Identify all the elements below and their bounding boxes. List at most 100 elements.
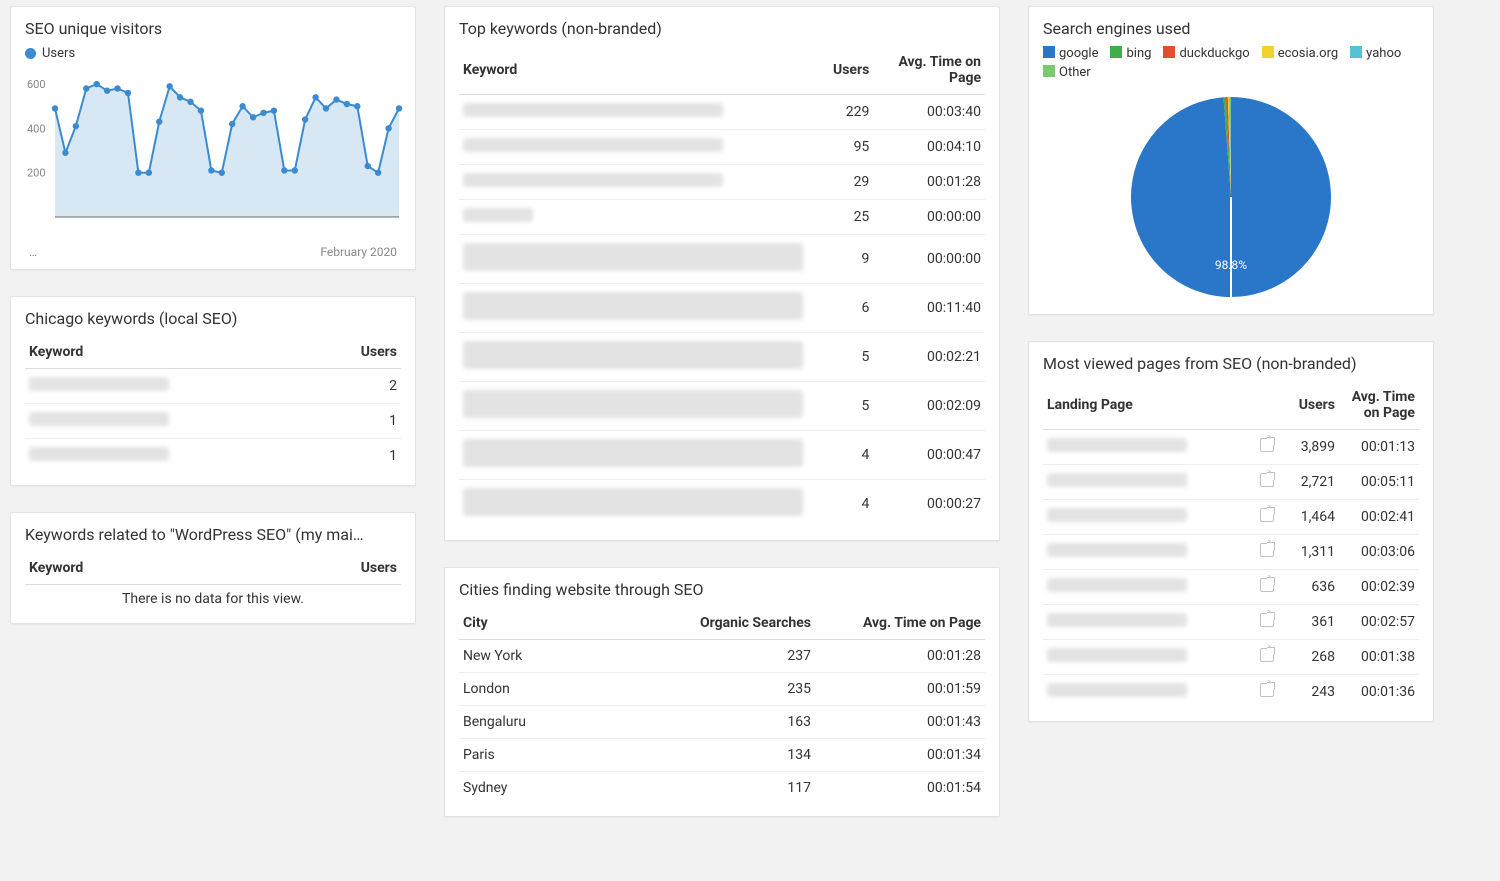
- col-page[interactable]: Landing Page: [1043, 381, 1255, 430]
- table-row[interactable]: 26800:01:38: [1043, 640, 1419, 675]
- legend-item[interactable]: ecosia.org: [1262, 46, 1338, 61]
- cell-users: 229: [807, 95, 873, 130]
- col-keyword[interactable]: Keyword: [459, 46, 807, 95]
- line-chart[interactable]: 200400600 … February 2020: [25, 67, 401, 257]
- redacted-text: [29, 412, 169, 426]
- legend-label: yahoo: [1366, 46, 1401, 61]
- legend-dot-icon: [25, 48, 36, 59]
- table-row[interactable]: 3,89900:01:13: [1043, 430, 1419, 465]
- table-row[interactable]: 500:02:09: [459, 382, 985, 431]
- cell-time: 00:01:13: [1339, 430, 1419, 465]
- redacted-text: [1047, 543, 1187, 557]
- external-link-icon[interactable]: [1260, 508, 1274, 522]
- col-city[interactable]: City: [459, 607, 645, 640]
- col-time[interactable]: Avg. Time on Page: [1339, 381, 1419, 430]
- table-row[interactable]: London23500:01:59: [459, 673, 985, 706]
- legend-item[interactable]: bing: [1110, 46, 1151, 61]
- legend-item[interactable]: duckduckgo: [1163, 46, 1249, 61]
- table-row[interactable]: 2: [25, 369, 401, 404]
- legend-item[interactable]: yahoo: [1350, 46, 1401, 61]
- col-users[interactable]: Users: [1279, 381, 1339, 430]
- cell-time: 00:05:11: [1339, 465, 1419, 500]
- redacted-text: [463, 341, 803, 369]
- cell-searches: 134: [645, 739, 815, 772]
- cell-page: [1043, 535, 1255, 570]
- chicago-table: Keyword Users 211: [25, 336, 401, 473]
- table-row[interactable]: New York23700:01:28: [459, 640, 985, 673]
- table-row[interactable]: Paris13400:01:34: [459, 739, 985, 772]
- redacted-text: [463, 138, 723, 152]
- table-row[interactable]: 9500:04:10: [459, 130, 985, 165]
- wpseo-table: Keyword Users: [25, 552, 401, 585]
- card-title: Search engines used: [1043, 19, 1419, 38]
- external-link-icon[interactable]: [1260, 473, 1274, 487]
- table-row[interactable]: 1,31100:03:06: [1043, 535, 1419, 570]
- table-row[interactable]: 24300:01:36: [1043, 675, 1419, 710]
- external-link-icon[interactable]: [1260, 613, 1274, 627]
- column-middle: Top keywords (non-branded) Keyword Users…: [444, 6, 1000, 817]
- external-link-icon[interactable]: [1260, 543, 1274, 557]
- chart-legend: Users: [25, 46, 401, 61]
- external-link-icon[interactable]: [1260, 648, 1274, 662]
- redacted-text: [463, 488, 803, 516]
- cell-link: [1255, 465, 1279, 500]
- table-row[interactable]: 500:02:21: [459, 333, 985, 382]
- table-row[interactable]: 900:00:00: [459, 235, 985, 284]
- cell-time: 00:11:40: [873, 284, 985, 333]
- external-link-icon[interactable]: [1260, 578, 1274, 592]
- cell-keyword: [459, 333, 807, 382]
- table-row[interactable]: 400:00:47: [459, 431, 985, 480]
- table-row[interactable]: 2500:00:00: [459, 200, 985, 235]
- cell-users: 5: [807, 333, 873, 382]
- cell-keyword: [25, 369, 314, 404]
- table-row[interactable]: Sydney11700:01:54: [459, 772, 985, 805]
- legend-item[interactable]: Other: [1043, 65, 1091, 80]
- col-users[interactable]: Users: [807, 46, 873, 95]
- card-title: Chicago keywords (local SEO): [25, 309, 401, 328]
- col-users[interactable]: Users: [245, 552, 401, 585]
- col-searches[interactable]: Organic Searches: [645, 607, 815, 640]
- cell-users: 2: [314, 369, 401, 404]
- table-row[interactable]: Bengaluru16300:01:43: [459, 706, 985, 739]
- table-row[interactable]: 1: [25, 404, 401, 439]
- cell-page: [1043, 465, 1255, 500]
- cell-users: 29: [807, 165, 873, 200]
- table-row[interactable]: 2,72100:05:11: [1043, 465, 1419, 500]
- col-keyword[interactable]: Keyword: [25, 336, 314, 369]
- external-link-icon[interactable]: [1260, 683, 1274, 697]
- external-link-icon[interactable]: [1260, 438, 1274, 452]
- cell-users: 268: [1279, 640, 1339, 675]
- cell-users: 243: [1279, 675, 1339, 710]
- table-row[interactable]: 63600:02:39: [1043, 570, 1419, 605]
- table-row[interactable]: 22900:03:40: [459, 95, 985, 130]
- redacted-text: [463, 208, 533, 222]
- cell-time: 00:02:41: [1339, 500, 1419, 535]
- pie-chart[interactable]: 98.8%: [1043, 86, 1419, 302]
- cell-keyword: [25, 439, 314, 474]
- col-keyword[interactable]: Keyword: [25, 552, 245, 585]
- cell-city: New York: [459, 640, 645, 673]
- cell-users: 95: [807, 130, 873, 165]
- table-row[interactable]: 1: [25, 439, 401, 474]
- cell-searches: 163: [645, 706, 815, 739]
- cell-city: London: [459, 673, 645, 706]
- table-row[interactable]: 600:11:40: [459, 284, 985, 333]
- cell-page: [1043, 500, 1255, 535]
- col-users[interactable]: Users: [314, 336, 401, 369]
- table-row[interactable]: 36100:02:57: [1043, 605, 1419, 640]
- col-time[interactable]: Avg. Time on Page: [815, 607, 985, 640]
- table-row[interactable]: 400:00:27: [459, 480, 985, 529]
- cell-city: Bengaluru: [459, 706, 645, 739]
- col-time[interactable]: Avg. Time on Page: [873, 46, 985, 95]
- cell-time: 00:00:47: [873, 431, 985, 480]
- card-title: Top keywords (non-branded): [459, 19, 985, 38]
- cell-link: [1255, 640, 1279, 675]
- table-row[interactable]: 1,46400:02:41: [1043, 500, 1419, 535]
- pie-legend: google bing duckduckgo ecosia.org yahoo Other: [1043, 46, 1419, 80]
- svg-text:600: 600: [27, 78, 46, 91]
- cell-time: 00:01:34: [815, 739, 985, 772]
- cell-time: 00:03:06: [1339, 535, 1419, 570]
- legend-item[interactable]: google: [1043, 46, 1098, 61]
- cell-time: 00:01:43: [815, 706, 985, 739]
- table-row[interactable]: 2900:01:28: [459, 165, 985, 200]
